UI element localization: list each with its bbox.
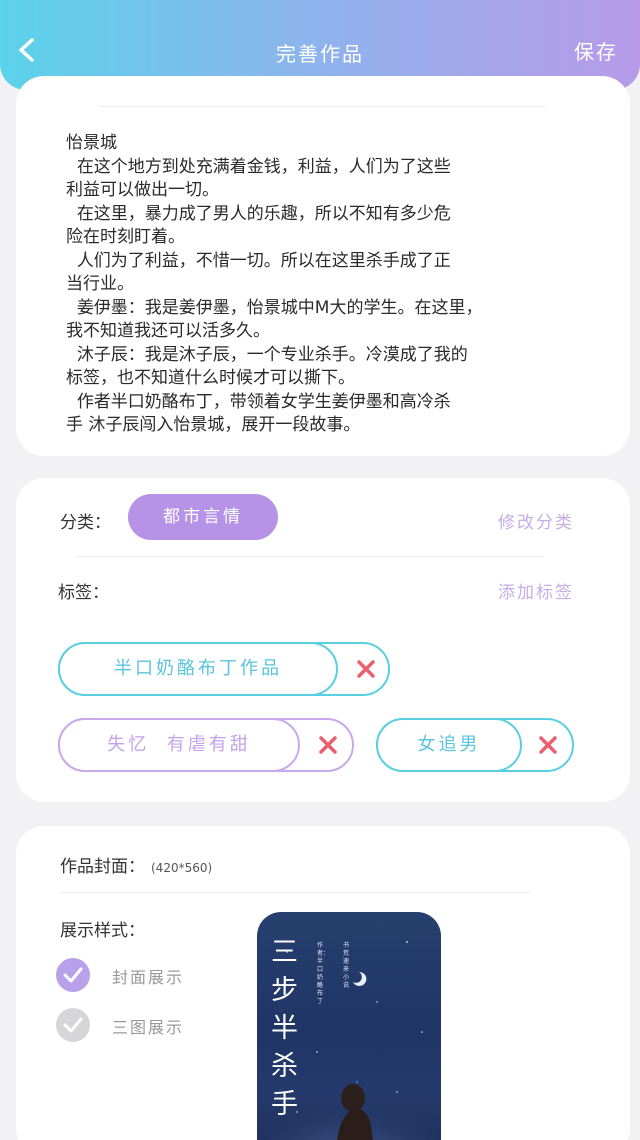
page-title: 完善作品 — [276, 42, 364, 66]
save-button[interactable]: 保存 — [574, 36, 618, 65]
checkmark-icon[interactable] — [56, 1008, 90, 1042]
tags-label: 标签： — [58, 583, 109, 603]
edit-category-link[interactable]: 修改分类 — [498, 508, 574, 533]
display-option-label: 封面展示 — [112, 968, 185, 987]
add-tag-link[interactable]: 添加标签 — [498, 578, 574, 603]
remove-tag-icon[interactable] — [354, 657, 378, 681]
divider — [100, 106, 546, 107]
cover-author-text: 作者：半口奶酪布丁 — [317, 942, 330, 1005]
tag-chip: 失忆 有虐有甜 — [58, 718, 354, 772]
checkmark-icon[interactable] — [56, 958, 90, 992]
cover-card: 作品封面： (420*560) 展示样式： 封面展示 三图展示 三步半杀手 作者… — [16, 826, 630, 1140]
divider — [76, 556, 544, 557]
display-style-label: 展示样式： — [60, 921, 145, 941]
cover-title: 作品封面： — [60, 857, 145, 877]
category-badge: 都市言情 — [128, 494, 278, 540]
tag-chip: 女追男 — [376, 718, 574, 772]
intro-card: 怡景城 在这个地方到处充满着金钱，利益，人们为了这些 利益可以做出一切。 在这里… — [16, 76, 630, 456]
tag-label: 女追男 — [376, 718, 522, 772]
category-tags-card: 分类： 都市言情 修改分类 标签： 添加标签 半口奶酪布丁作品 失忆 有虐有甜 … — [16, 478, 630, 802]
cover-subtitle-text: 书荒速来小说 — [343, 942, 350, 989]
remove-tag-icon[interactable] — [316, 733, 340, 757]
tag-label: 失忆 有虐有甜 — [58, 718, 300, 772]
remove-tag-icon[interactable] — [536, 733, 560, 757]
display-option-label: 三图展示 — [112, 1018, 185, 1037]
cover-title-text: 三步半杀手 — [271, 937, 298, 1120]
cover-image[interactable]: 三步半杀手 作者：半口奶酪布丁 书荒速来小说 — [257, 912, 441, 1140]
tag-label: 半口奶酪布丁作品 — [58, 642, 338, 696]
cover-size-hint: (420*560) — [151, 861, 213, 875]
category-label: 分类： — [60, 513, 111, 533]
cover-label: 作品封面： (420*560) — [60, 852, 212, 877]
work-intro-text[interactable]: 怡景城 在这个地方到处充满着金钱，利益，人们为了这些 利益可以做出一切。 在这里… — [66, 132, 606, 438]
tag-chip: 半口奶酪布丁作品 — [58, 642, 390, 696]
divider — [60, 892, 530, 893]
